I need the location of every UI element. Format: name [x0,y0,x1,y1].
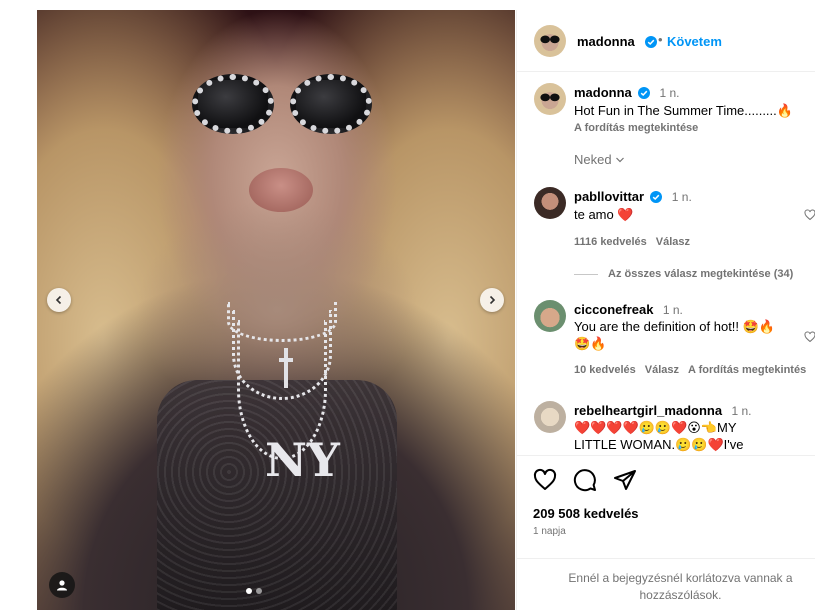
caption-see-translation[interactable]: A fordítás megtekintése [574,122,698,134]
comment-text-line: LITTLE WOMAN.🥲🥲❤️I've [574,437,744,452]
comment-time: 1 n. [671,190,692,204]
comment-time: 1 n. [662,303,683,317]
view-replies-label: Az összes válasz megtekintése (34) [608,268,794,280]
comment-text-line: You are the definition of hot!! 🤩🔥 [574,319,776,334]
verified-badge-icon [650,191,663,203]
share-icon[interactable] [613,468,637,492]
comment-text-line: ❤️❤️❤️❤️🥲🥲❤️😮👈MY [574,420,737,435]
post-header: madonna • Követem [517,10,815,72]
comment-icon[interactable] [573,468,597,492]
comment-meta: 1116 kedvelés Válasz [574,236,690,248]
reply-button[interactable]: Válasz [656,236,690,248]
ny-pendant: NY [265,433,340,487]
comment-sort-label: Neked [574,152,612,167]
post-photo[interactable]: NY [37,10,515,610]
comment-sort[interactable]: Neked [574,152,625,167]
caption-text: Hot Fun in The Summer Time.........🔥 [574,102,793,119]
separator-dot: • [658,32,663,47]
post-side-panel: madonna • Követem madonna 1 n. Hot Fun i… [516,10,815,610]
chevron-right-icon [489,295,496,305]
comment-username[interactable]: pabllovittar [574,189,644,204]
restricted-line: hozzászólások. [639,588,722,602]
comment-header: pabllovittar 1 n. [574,189,692,204]
comment-like-count[interactable]: 10 kedvelés [574,364,636,376]
author-username[interactable]: madonna [577,34,635,49]
carousel-dot [256,588,262,594]
comment-username[interactable]: cicconefreak [574,302,654,317]
comment-username[interactable]: rebelheartgirl_madonna [574,403,722,418]
comment-avatar[interactable] [534,187,566,219]
caption-avatar[interactable] [534,83,566,115]
comment-like-heart-icon[interactable] [804,209,815,221]
view-replies-button[interactable]: Az összes válasz megtekintése (34) [574,268,793,280]
comment-avatar[interactable] [534,300,566,332]
comment-meta: 10 kedvelés Válasz A fordítás megtekinté… [574,364,806,376]
comment-header: rebelheartgirl_madonna 1 n. [574,403,751,418]
heart-icon[interactable] [533,468,557,492]
sunglasses [192,70,372,140]
post-age: 1 napja [533,526,566,537]
comment-like-heart-icon[interactable] [804,331,815,343]
previous-slide-button[interactable] [47,288,71,312]
carousel-indicator [246,588,262,594]
caption-username[interactable]: madonna [574,85,632,100]
comment-time: 1 n. [731,404,752,418]
comment-text: You are the definition of hot!! 🤩🔥 🤩🔥 [574,318,814,352]
comment-avatar[interactable] [534,401,566,433]
carousel-dot-active [246,588,252,594]
user-icon [57,580,67,591]
see-translation-link[interactable]: A fordítás megtekintés [688,364,806,376]
next-slide-button[interactable] [480,288,504,312]
caption-text-content: Hot Fun in The Summer Time......... [574,103,777,118]
heart-emoji: ❤️ [617,207,634,222]
fire-emoji: 🔥 [776,103,793,118]
lips [249,168,313,212]
caption-header: madonna 1 n. [574,85,680,100]
caption-time: 1 n. [659,86,680,100]
chevron-down-icon [615,157,624,162]
comment-text: te amo ❤️ [574,206,634,223]
restricted-line: Ennél a bejegyzésnél korlátozva vannak a [568,571,793,585]
verified-badge-icon [645,36,657,48]
chevron-left-icon [55,295,62,305]
reply-button[interactable]: Válasz [645,364,679,376]
comment-text-content: te amo [574,207,618,222]
comment-header: cicconefreak 1 n. [574,302,683,317]
comment-text: ❤️❤️❤️❤️🥲🥲❤️😮👈MY LITTLE WOMAN.🥲🥲❤️I've [574,419,814,453]
comment-like-count[interactable]: 1116 kedvelés [574,236,647,248]
verified-badge-icon [638,87,651,99]
author-avatar[interactable] [534,25,566,57]
comment-text-line: 🤩🔥 [574,336,607,351]
cross-pendant [279,348,293,388]
like-count[interactable]: 209 508 kedvelés [533,506,639,521]
tagged-users-button[interactable] [49,572,75,598]
replies-divider [574,273,598,275]
comments-restricted-notice: Ennél a bejegyzésnél korlátozva vannak a… [517,558,815,610]
follow-button[interactable]: Követem [667,34,722,49]
